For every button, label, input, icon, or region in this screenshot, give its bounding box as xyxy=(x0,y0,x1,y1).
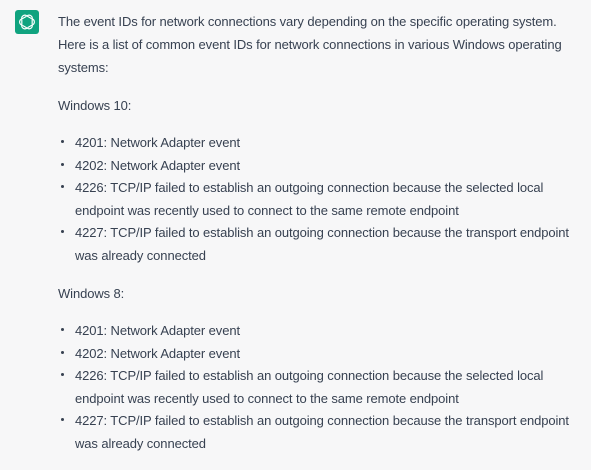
list-item-text: 4201: Network Adapter event xyxy=(75,323,240,338)
intro-paragraph: The event IDs for network connections va… xyxy=(58,14,562,75)
bullet-icon xyxy=(61,350,64,354)
list-item: 4226: TCP/IP failed to establish an outg… xyxy=(58,365,578,410)
list-item: 4201: Network Adapter event xyxy=(58,132,578,155)
list-item: 4226: TCP/IP failed to establish an outg… xyxy=(58,177,578,222)
event-list: 4201: Network Adapter event 4202: Networ… xyxy=(58,132,578,267)
bullet-icon xyxy=(61,140,64,143)
list-item: 4202: Network Adapter event xyxy=(58,155,578,178)
event-list: 4201: Network Adapter event 4202: Networ… xyxy=(58,320,578,455)
list-item: 4227: TCP/IP failed to establish an outg… xyxy=(58,410,578,455)
openai-logo-icon xyxy=(19,14,35,30)
section-heading: Windows 10: xyxy=(58,98,132,113)
bullet-icon xyxy=(61,162,64,166)
bullet-icon xyxy=(61,373,64,376)
bullet-icon xyxy=(61,418,64,421)
list-item-text: 4227: TCP/IP failed to establish an outg… xyxy=(75,225,569,263)
message-content: The event IDs for network connections va… xyxy=(58,10,578,470)
assistant-avatar xyxy=(15,10,39,34)
bullet-icon xyxy=(61,230,64,233)
list-item-text: 4202: Network Adapter event xyxy=(75,345,240,361)
assistant-message: The event IDs for network connections va… xyxy=(0,0,591,462)
list-item-text: 4226: TCP/IP failed to establish an outg… xyxy=(75,368,544,406)
list-item-text: 4201: Network Adapter event xyxy=(75,135,240,150)
section-heading: Windows 8: xyxy=(58,286,125,301)
list-item-text: 4226: TCP/IP failed to establish an outg… xyxy=(75,180,544,218)
bullet-icon xyxy=(61,185,64,188)
list-item: 4201: Network Adapter event xyxy=(58,320,578,343)
list-item-text: 4227: TCP/IP failed to establish an outg… xyxy=(75,413,569,451)
list-item: 4202: Network Adapter event xyxy=(58,343,578,366)
list-item: 4227: TCP/IP failed to establish an outg… xyxy=(58,222,578,267)
bullet-icon xyxy=(61,328,64,331)
list-item-text: 4202: Network Adapter event xyxy=(75,157,240,173)
